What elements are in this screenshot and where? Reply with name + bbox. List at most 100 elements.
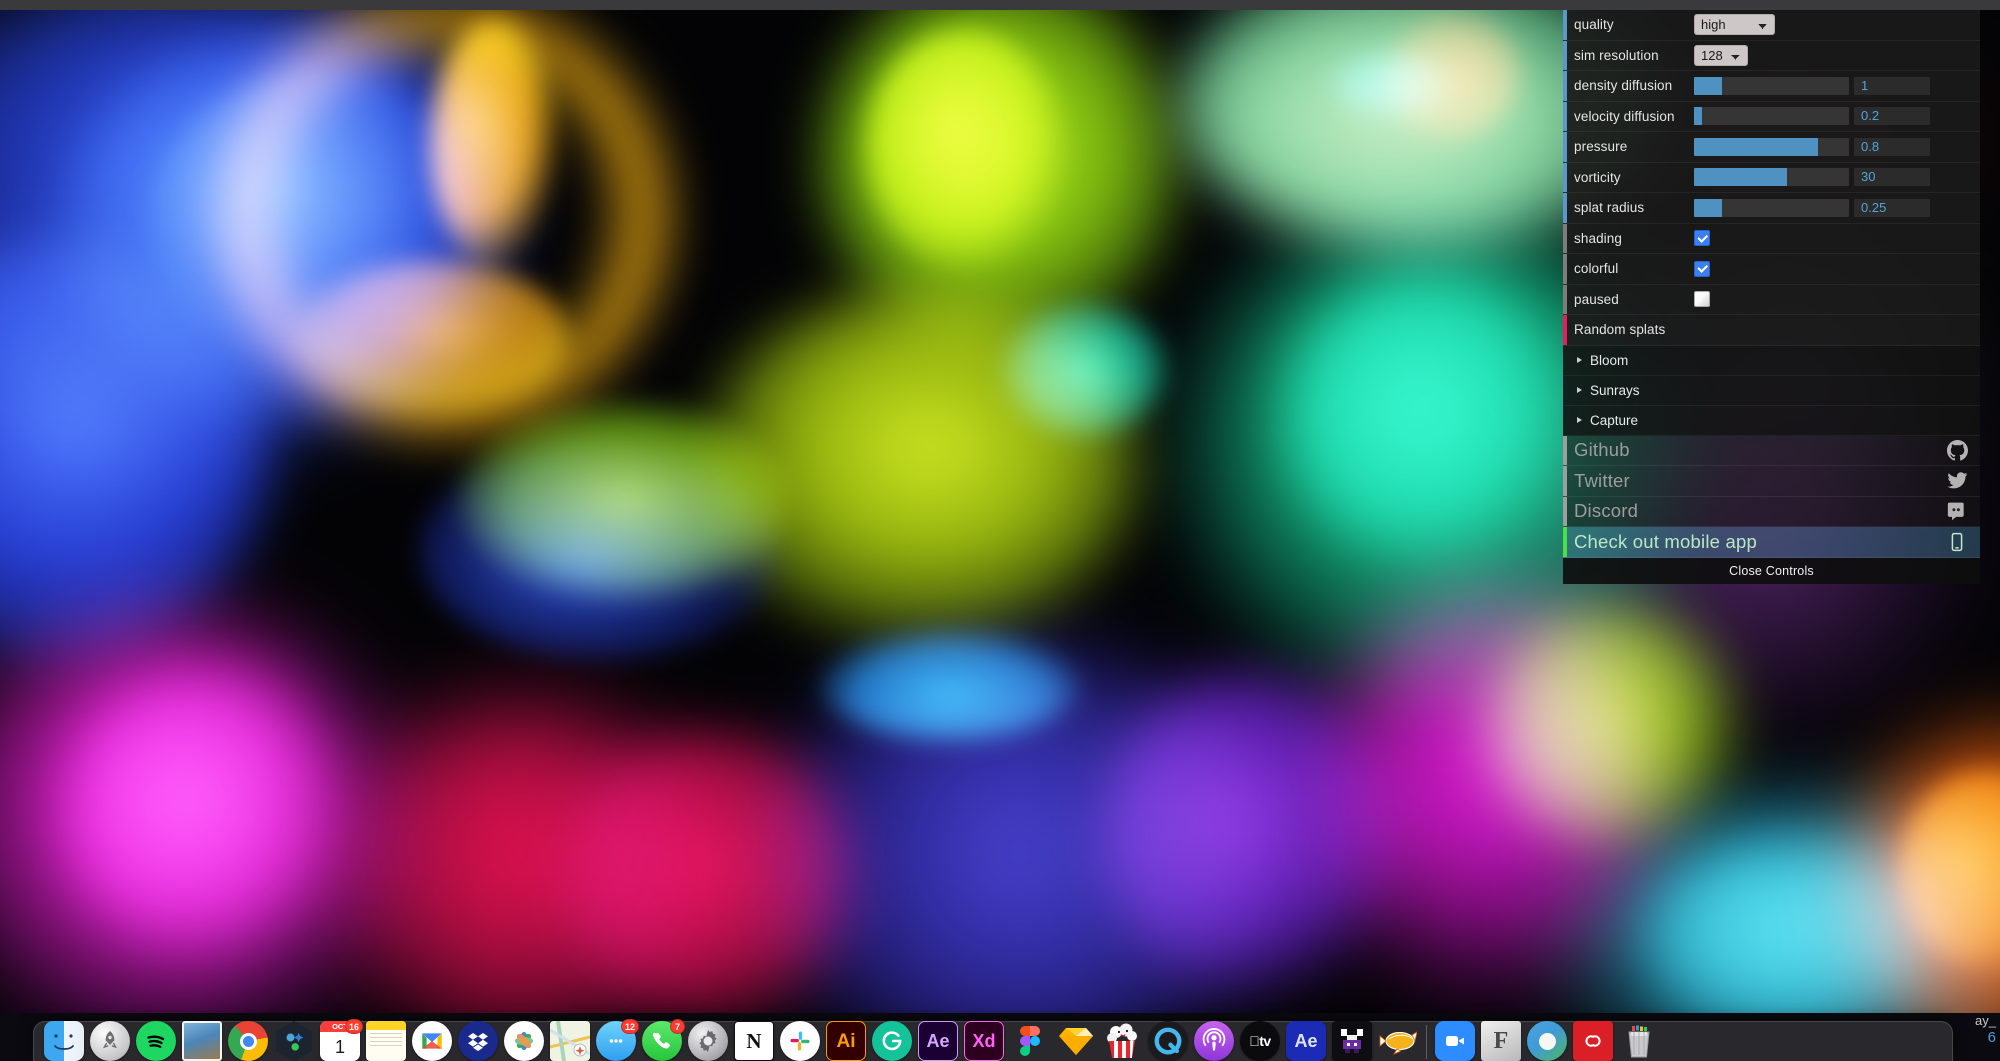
label-paused: paused	[1574, 292, 1694, 307]
random-splats-label: Random splats	[1574, 322, 1665, 337]
slider-fill	[1694, 77, 1722, 95]
row-accent-stripe	[1563, 71, 1567, 101]
dock-item-preview[interactable]	[179, 1021, 225, 1061]
colorful-checkbox[interactable]	[1694, 261, 1710, 277]
splat-radius-slider[interactable]	[1694, 199, 1849, 217]
link-twitter[interactable]: Twitter	[1563, 466, 1980, 497]
dock-item-quicktime-player[interactable]	[1145, 1021, 1191, 1061]
quicktime-icon	[1148, 1021, 1188, 1061]
chevron-right-icon	[1577, 357, 1582, 363]
dock-item-trash[interactable]	[1616, 1021, 1662, 1061]
macos-dock[interactable]: OCT 1 16	[33, 1021, 1953, 1061]
dock-item-spotify[interactable]	[133, 1021, 179, 1061]
control-row-paused[interactable]: paused	[1563, 285, 1980, 316]
control-row-quality[interactable]: quality highmediumlowvery low	[1563, 10, 1980, 41]
dock-item-zoom[interactable]	[1432, 1021, 1478, 1061]
dock-item-figma[interactable]	[1007, 1021, 1053, 1061]
dock-item-skype[interactable]	[1524, 1021, 1570, 1061]
pressure-value[interactable]: 0.8	[1854, 138, 1930, 156]
grammarly-icon	[872, 1021, 912, 1061]
link-mobile-app[interactable]: Check out mobile app	[1563, 527, 1980, 558]
control-row-velocity-diffusion[interactable]: velocity diffusion 0.2	[1563, 102, 1980, 133]
velocity-diffusion-slider[interactable]	[1694, 107, 1849, 125]
vorticity-value[interactable]: 30	[1854, 168, 1930, 186]
controls-panel[interactable]: quality highmediumlowvery low sim resolu…	[1563, 10, 1980, 584]
dock-item-pixel-art-app[interactable]	[1329, 1021, 1375, 1061]
quality-select[interactable]: highmediumlowvery low	[1694, 14, 1775, 35]
dock-item-notion[interactable]: N	[731, 1021, 777, 1061]
row-accent-stripe	[1563, 224, 1567, 254]
dock-item-cleanmymac[interactable]	[271, 1021, 317, 1061]
slider-fill	[1694, 199, 1722, 217]
dock-item-apple-tv[interactable]: tv	[1237, 1021, 1283, 1061]
row-accent-stripe	[1563, 132, 1567, 162]
dock-item-adobe-xd[interactable]: Xd	[961, 1021, 1007, 1061]
dock-item-dropbox[interactable]	[455, 1021, 501, 1061]
splat-radius-value[interactable]: 0.25	[1854, 199, 1930, 217]
illustrator-label: Ai	[837, 1032, 856, 1051]
label-pressure: pressure	[1574, 139, 1694, 154]
dock-item-podcasts[interactable]	[1191, 1021, 1237, 1061]
density-diffusion-slider[interactable]	[1694, 77, 1849, 95]
dock-item-adobe-after-effects-beta[interactable]: Ae	[1283, 1021, 1329, 1061]
dock-item-adobe-illustrator[interactable]: Ai	[823, 1021, 869, 1061]
density-diffusion-value[interactable]: 1	[1854, 77, 1930, 95]
random-splats-button[interactable]: Random splats	[1563, 315, 1980, 346]
dock-item-slack[interactable]	[777, 1021, 823, 1061]
control-row-colorful[interactable]: colorful	[1563, 254, 1980, 285]
dock-item-notes[interactable]	[363, 1021, 409, 1061]
dock-item-system-preferences[interactable]	[685, 1021, 731, 1061]
folder-bloom[interactable]: Bloom	[1563, 346, 1980, 376]
creative-cloud-icon	[1573, 1021, 1613, 1061]
skype-icon	[1527, 1021, 1567, 1061]
dock-item-maps[interactable]	[547, 1021, 593, 1061]
pressure-slider[interactable]	[1694, 138, 1849, 156]
zoom-icon	[1435, 1021, 1475, 1061]
folder-capture[interactable]: Capture	[1563, 406, 1980, 436]
close-controls-button[interactable]: Close Controls	[1563, 558, 1980, 584]
dock-item-messages[interactable]: 12	[593, 1021, 639, 1061]
dock-item-launchpad[interactable]	[87, 1021, 133, 1061]
dock-item-google-chrome[interactable]	[225, 1021, 271, 1061]
control-row-shading[interactable]: shading	[1563, 224, 1980, 255]
sim-resolution-select[interactable]: 3264128256	[1694, 45, 1748, 66]
after-effects-label: Ae	[926, 1032, 949, 1050]
notion-icon: N	[734, 1021, 774, 1061]
paused-checkbox[interactable]	[1694, 291, 1710, 307]
velocity-diffusion-value[interactable]: 0.2	[1854, 107, 1930, 125]
dock-item-grammarly[interactable]	[869, 1021, 915, 1061]
slider-fill	[1694, 107, 1702, 125]
dock-item-blimp-app[interactable]	[1375, 1021, 1421, 1061]
dock-item-photos[interactable]	[501, 1021, 547, 1061]
dock-item-spark-mail[interactable]	[409, 1021, 455, 1061]
dock-item-calendar[interactable]: OCT 1 16	[317, 1021, 363, 1061]
link-discord[interactable]: Discord	[1563, 497, 1980, 528]
row-accent-stripe	[1563, 10, 1567, 40]
control-row-density-diffusion[interactable]: density diffusion 1	[1563, 71, 1980, 102]
row-accent-stripe	[1563, 102, 1567, 132]
after-effects-beta-label: Ae	[1294, 1032, 1317, 1050]
shading-checkbox[interactable]	[1694, 230, 1710, 246]
row-accent-stripe	[1563, 497, 1567, 527]
control-row-vorticity[interactable]: vorticity 30	[1563, 163, 1980, 194]
dock-item-popcorn-time[interactable]	[1099, 1021, 1145, 1061]
dock-item-adobe-after-effects[interactable]: Ae	[915, 1021, 961, 1061]
dock-item-facetime[interactable]: 7	[639, 1021, 685, 1061]
row-accent-stripe	[1563, 466, 1567, 496]
control-row-pressure[interactable]: pressure 0.8	[1563, 132, 1980, 163]
dock-item-finder[interactable]	[41, 1021, 87, 1061]
spotify-icon	[136, 1021, 176, 1061]
row-accent-stripe	[1563, 436, 1567, 466]
control-row-sim-resolution[interactable]: sim resolution 3264128256	[1563, 41, 1980, 72]
adobe-xd-icon: Xd	[964, 1021, 1004, 1061]
vorticity-slider[interactable]	[1694, 168, 1849, 186]
link-github[interactable]: Github	[1563, 436, 1980, 467]
trash-icon	[1619, 1021, 1659, 1061]
dock-item-adobe-creative-cloud[interactable]	[1570, 1021, 1616, 1061]
folder-capture-label: Capture	[1590, 413, 1638, 428]
control-row-splat-radius[interactable]: splat radius 0.25	[1563, 193, 1980, 224]
folder-sunrays[interactable]: Sunrays	[1563, 376, 1980, 406]
sketch-icon	[1056, 1021, 1096, 1061]
dock-item-sketch[interactable]	[1053, 1021, 1099, 1061]
dock-item-font-book[interactable]: F	[1478, 1021, 1524, 1061]
